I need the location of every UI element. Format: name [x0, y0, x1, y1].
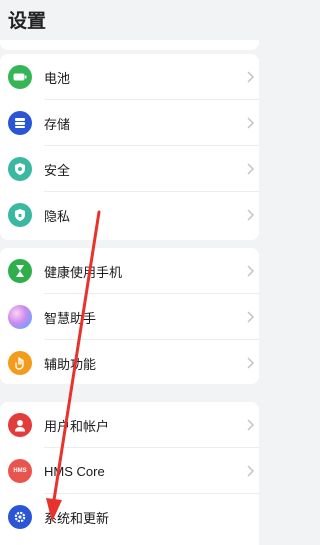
- settings-item-digital-balance[interactable]: 健康使用手机: [0, 248, 259, 294]
- settings-item-label: 辅助功能: [44, 356, 97, 372]
- user-icon: [8, 413, 32, 437]
- settings-group-1: 电池 存储 安全 隐私: [0, 54, 259, 240]
- settings-item-assistant[interactable]: 智慧助手: [0, 294, 259, 340]
- page-title: 设置: [8, 11, 47, 32]
- settings-item-accessibility[interactable]: 辅助功能: [0, 340, 259, 384]
- assistant-orb-icon: [8, 305, 32, 329]
- previous-group-card: [0, 40, 259, 50]
- chevron-right-icon: [247, 117, 255, 129]
- settings-item-hms-core[interactable]: HMS HMS Core: [0, 448, 259, 494]
- settings-item-label: 用户和帐户: [44, 418, 110, 434]
- chevron-right-icon: [247, 311, 255, 323]
- storage-icon: [8, 111, 32, 135]
- battery-icon: [8, 65, 32, 89]
- hourglass-icon: [8, 259, 32, 283]
- settings-item-label: 存储: [44, 116, 71, 132]
- settings-item-label: 隐私: [44, 208, 71, 224]
- settings-group-2: 健康使用手机 智慧助手 辅助功能: [0, 248, 259, 384]
- chevron-right-icon: [247, 465, 255, 477]
- settings-item-label: 系统和更新: [44, 510, 110, 526]
- settings-item-label: 安全: [44, 162, 71, 178]
- settings-item-label: 电池: [44, 70, 71, 86]
- chevron-right-icon: [247, 163, 255, 175]
- settings-item-battery[interactable]: 电池: [0, 54, 259, 100]
- settings-item-privacy[interactable]: 隐私: [0, 192, 259, 238]
- security-shield-icon: [8, 157, 32, 181]
- chevron-right-icon: [247, 265, 255, 277]
- settings-item-storage[interactable]: 存储: [0, 100, 259, 146]
- settings-item-security[interactable]: 安全: [0, 146, 259, 192]
- settings-item-users-accounts[interactable]: 用户和帐户: [0, 402, 259, 448]
- chevron-right-icon: [247, 71, 255, 83]
- hms-icon: HMS: [8, 459, 32, 483]
- chevron-right-icon: [247, 419, 255, 431]
- settings-item-label: HMS Core: [44, 463, 105, 479]
- settings-item-system-updates[interactable]: 系统和更新: [0, 494, 259, 540]
- settings-group-3: 用户和帐户 HMS HMS Core 系统和更新: [0, 402, 259, 545]
- hand-icon: [8, 351, 32, 375]
- privacy-shield-icon: [8, 203, 32, 227]
- chevron-right-icon: [247, 209, 255, 221]
- chevron-right-icon: [247, 357, 255, 369]
- settings-item-label: 健康使用手机: [44, 264, 123, 280]
- settings-gear-icon: [8, 505, 32, 529]
- settings-item-label: 智慧助手: [44, 310, 97, 326]
